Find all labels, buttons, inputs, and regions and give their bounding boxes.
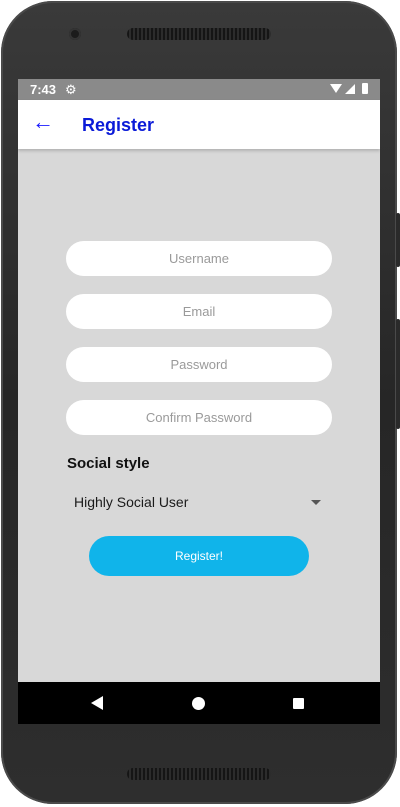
social-style-selected: Highly Social User: [74, 494, 189, 510]
register-button[interactable]: Register!: [89, 536, 309, 576]
confirm-password-input[interactable]: [66, 400, 332, 435]
username-input[interactable]: [66, 241, 332, 276]
phone-frame: 7:43 ⚙ ← Register Social style Highly So…: [1, 1, 400, 804]
volume-button: [396, 213, 400, 267]
status-bar: 7:43 ⚙: [18, 79, 380, 100]
signal-icon: [345, 83, 355, 94]
status-icons: [330, 83, 368, 94]
circle-home-icon[interactable]: [192, 697, 205, 710]
front-camera: [69, 28, 81, 40]
wifi-icon: [330, 84, 342, 93]
email-input[interactable]: [66, 294, 332, 329]
battery-icon: [362, 83, 368, 94]
triangle-back-icon[interactable]: [91, 696, 103, 710]
top-speaker: [127, 28, 271, 40]
social-style-label: Social style: [67, 455, 150, 472]
social-style-dropdown[interactable]: Highly Social User: [67, 489, 321, 515]
gear-icon: ⚙: [65, 82, 77, 97]
arrow-left-icon[interactable]: ←: [32, 110, 54, 134]
status-time: 7:43: [30, 82, 57, 97]
bottom-speaker: [127, 768, 271, 780]
page-title: Register: [82, 115, 155, 135]
screen: 7:43 ⚙ ← Register Social style Highly So…: [18, 79, 380, 724]
square-recents-icon[interactable]: [293, 698, 304, 709]
password-input[interactable]: [66, 347, 332, 382]
system-nav-bar: [18, 682, 380, 724]
app-bar: ← Register: [18, 100, 380, 149]
dropdown-arrow-icon: [311, 500, 321, 505]
power-button: [396, 319, 400, 429]
